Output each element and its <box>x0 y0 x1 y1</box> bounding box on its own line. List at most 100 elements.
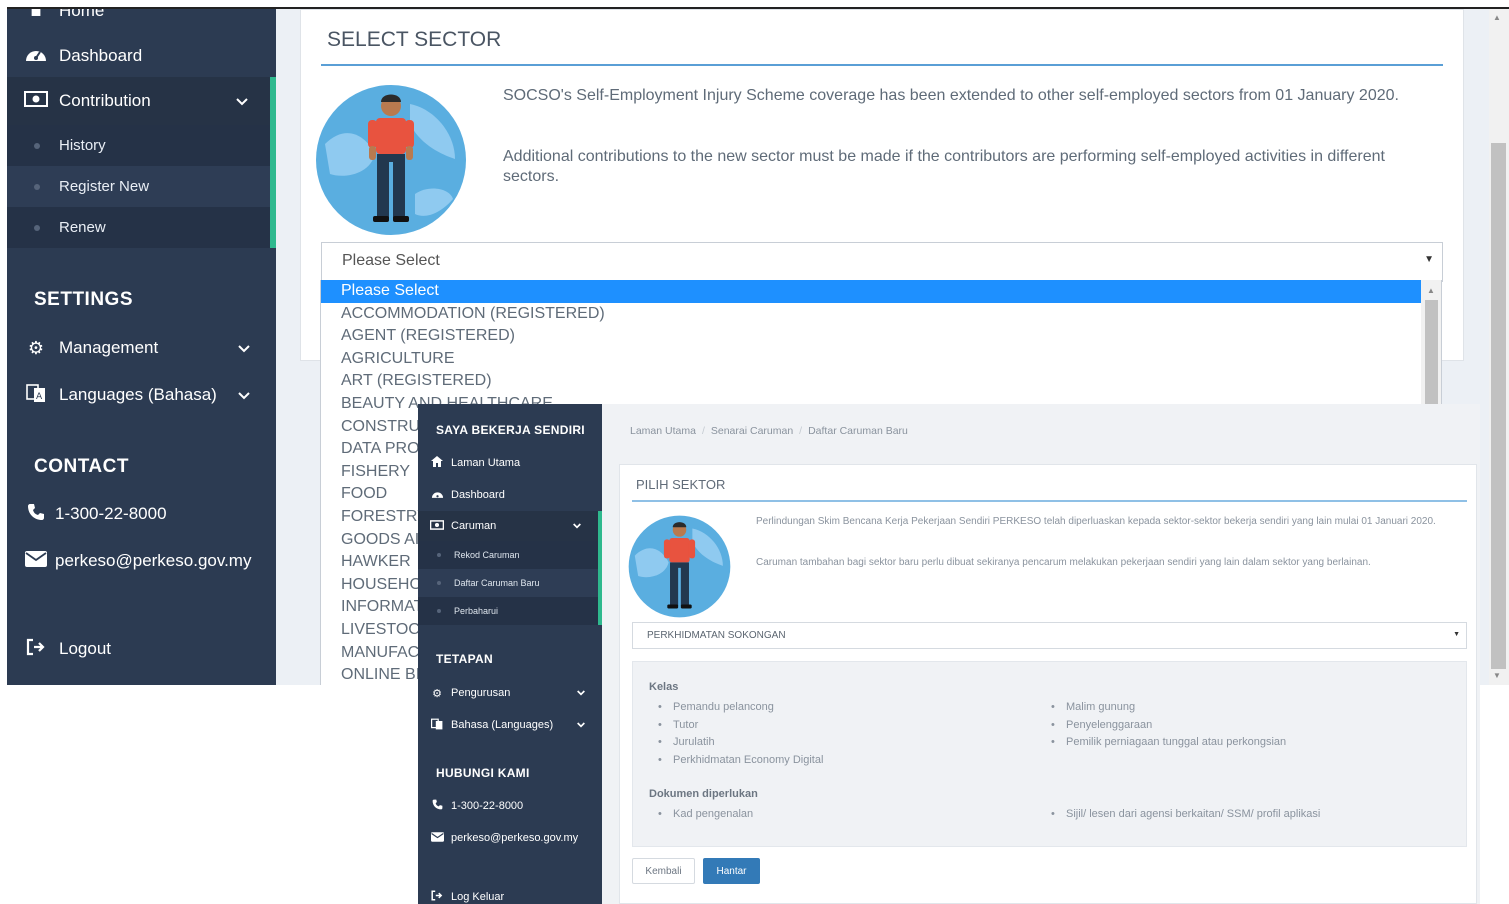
breadcrumb-item: Daftar Caruman Baru <box>808 425 908 437</box>
sector-info-box: Kelas Pemandu pelancongTutorJurulatihPer… <box>632 661 1467 847</box>
contact-heading: CONTACT <box>34 456 129 477</box>
dokumen-list-right: Sijil/ lesen dari agensi berkaitan/ SSM/… <box>1042 806 1320 824</box>
envelope-icon <box>23 550 49 572</box>
phone-number: 1-300-22-8000 <box>451 800 524 812</box>
dokumen-list-left: Kad pengenalan <box>649 806 753 824</box>
sector-select[interactable]: Please Select ▼ <box>321 242 1443 282</box>
back-button[interactable]: Kembali <box>632 858 695 884</box>
home-icon: ■ <box>30 7 42 21</box>
breadcrumb-separator: / <box>701 425 705 437</box>
panel-title: PILIH SEKTOR <box>636 477 726 492</box>
title-underline <box>321 64 1443 66</box>
submenu-item-label: History <box>59 137 106 154</box>
chevron-down-icon <box>577 687 585 699</box>
contact-phone[interactable]: 1-300-22-8000 <box>418 797 602 815</box>
sector-select-value: PERKHIDMATAN SOKONGAN <box>647 630 786 641</box>
scrollbar-thumb[interactable] <box>1425 300 1438 410</box>
sidebar-item-label: Pengurusan <box>451 687 511 699</box>
scroll-up-icon[interactable]: ▲ <box>1427 286 1435 295</box>
sidebar-item-label: Logout <box>59 639 111 658</box>
phone-icon <box>429 799 445 813</box>
sidebar-item-dashboard[interactable]: Dashboard <box>418 486 602 504</box>
sidebar-item-dashboard[interactable]: Dashboard <box>7 35 276 77</box>
breadcrumb-item[interactable]: Laman Utama <box>630 425 696 437</box>
sidebar-item-home[interactable]: Laman Utama <box>418 454 602 472</box>
phone-number: 1-300-22-8000 <box>55 504 167 523</box>
intro-paragraph-2: Additional contributions to the new sect… <box>503 148 1385 185</box>
sidebar-item-pengurusan[interactable]: ⚙ Pengurusan <box>418 684 602 702</box>
submenu-item-label: Daftar Caruman Baru <box>454 578 540 588</box>
bullet <box>34 225 40 231</box>
intro-paragraph-1: Perlindungan Skim Bencana Kerja Pekerjaa… <box>756 516 1436 527</box>
chevron-down-icon <box>236 94 248 109</box>
logout-icon <box>429 890 445 904</box>
submenu-item-renew[interactable]: Renew <box>7 207 270 248</box>
dropdown-option[interactable]: Please Select <box>321 280 1423 303</box>
submenu-item-label: Renew <box>59 219 106 236</box>
money-icon <box>429 519 445 533</box>
dropdown-option[interactable]: AGENT (REGISTERED) <box>321 325 1423 348</box>
submenu-item-rekod-caruman[interactable]: Rekod Caruman <box>418 541 598 569</box>
svg-text:A: A <box>36 392 43 402</box>
logout-icon <box>23 638 49 661</box>
envelope-icon <box>429 831 445 845</box>
dropdown-option[interactable]: ART (REGISTERED) <box>321 370 1423 393</box>
email-address: perkeso@perkeso.gov.my <box>451 832 579 844</box>
sidebar-item-log-keluar[interactable]: Log Keluar <box>418 888 602 904</box>
list-item: Sijil/ lesen dari agensi berkaitan/ SSM/… <box>1042 806 1320 824</box>
scroll-down-icon[interactable]: ▼ <box>1493 671 1501 680</box>
sidebar-item-logout[interactable]: Logout <box>7 631 276 667</box>
submit-button[interactable]: Hantar <box>703 858 760 884</box>
submenu-item-daftar-caruman-baru[interactable]: Daftar Caruman Baru <box>418 569 598 597</box>
chevron-down-icon <box>238 388 250 403</box>
sidebar-item-label: Management <box>59 338 159 357</box>
breadcrumb-separator: / <box>799 425 803 437</box>
list-item: Penyelenggaraan <box>1042 717 1286 735</box>
contact-email[interactable]: perkeso@perkeso.gov.my <box>7 543 276 579</box>
pilih-sektor-panel: PILIH SEKTOR Perlindungan Skim Bencana K… <box>619 464 1477 904</box>
sidebar-item-bahasa[interactable]: Bahasa (Languages) <box>418 716 602 734</box>
gear-icon: ⚙ <box>27 337 45 358</box>
sidebar-item-label: Laman Utama <box>451 457 521 469</box>
submenu-item-history[interactable]: History <box>7 125 270 166</box>
language-icon: A <box>23 383 49 408</box>
intro-paragraph-2: Caruman tambahan bagi sektor baru perlu … <box>756 557 1371 568</box>
sector-select[interactable]: PERKHIDMATAN SOKONGAN ▼ <box>632 622 1467 649</box>
dropdown-option[interactable]: AGRICULTURE <box>321 348 1423 371</box>
sidebar-item-label: Bahasa (Languages) <box>451 719 554 731</box>
contact-phone[interactable]: 1-300-22-8000 <box>7 496 276 532</box>
sidebar-item-label: Caruman <box>451 520 497 532</box>
submenu-item-label: Register New <box>59 178 150 195</box>
bullet <box>437 553 441 557</box>
sidebar-item-management[interactable]: ⚙ Management <box>7 329 276 367</box>
submenu-item-register-new[interactable]: Register New <box>7 166 270 207</box>
chevron-down-icon <box>577 719 585 731</box>
list-item: Perkhidmatan Economy Digital <box>649 752 823 770</box>
dropdown-option[interactable]: ACCOMMODATION (REGISTERED) <box>321 303 1423 326</box>
sidebar-item-caruman[interactable]: Caruman <box>418 511 602 541</box>
sidebar-item-label: Home <box>59 7 105 20</box>
worker-illustration <box>628 515 731 623</box>
scroll-up-icon[interactable]: ▲ <box>1493 13 1501 22</box>
bullet <box>437 609 441 613</box>
kelas-list-right: Malim gunungPenyelenggaraanPemilik perni… <box>1042 699 1286 752</box>
page-scrollbar[interactable]: ▲ ▼ <box>1489 9 1509 685</box>
bullet <box>437 581 441 585</box>
contact-email[interactable]: perkeso@perkeso.gov.my <box>418 829 602 847</box>
submenu-item-perbaharui[interactable]: Perbaharui <box>418 597 598 625</box>
sidebar-item-contribution[interactable]: Contribution <box>7 77 276 125</box>
scrollbar-thumb[interactable] <box>1491 143 1506 669</box>
bullet <box>34 184 40 190</box>
sidebar-item-label: Languages (Bahasa) <box>59 385 217 404</box>
breadcrumb: Laman Utama / Senarai Caruman / Daftar C… <box>630 425 908 437</box>
sidebar-item-label: Contribution <box>59 91 151 110</box>
submenu: History Register New Renew <box>7 125 276 248</box>
worker-illustration <box>315 84 467 241</box>
intro-paragraph-1: SOCSO's Self-Employment Injury Scheme co… <box>503 87 1399 104</box>
sidebar-item-home[interactable]: ■ Home <box>7 7 276 23</box>
settings-heading: SETTINGS <box>34 289 134 310</box>
settings-heading: TETAPAN <box>436 652 493 666</box>
sidebar-item-label: Dashboard <box>59 46 143 65</box>
sidebar-item-languages[interactable]: A Languages (Bahasa) <box>7 376 276 414</box>
breadcrumb-item[interactable]: Senarai Caruman <box>711 425 793 437</box>
